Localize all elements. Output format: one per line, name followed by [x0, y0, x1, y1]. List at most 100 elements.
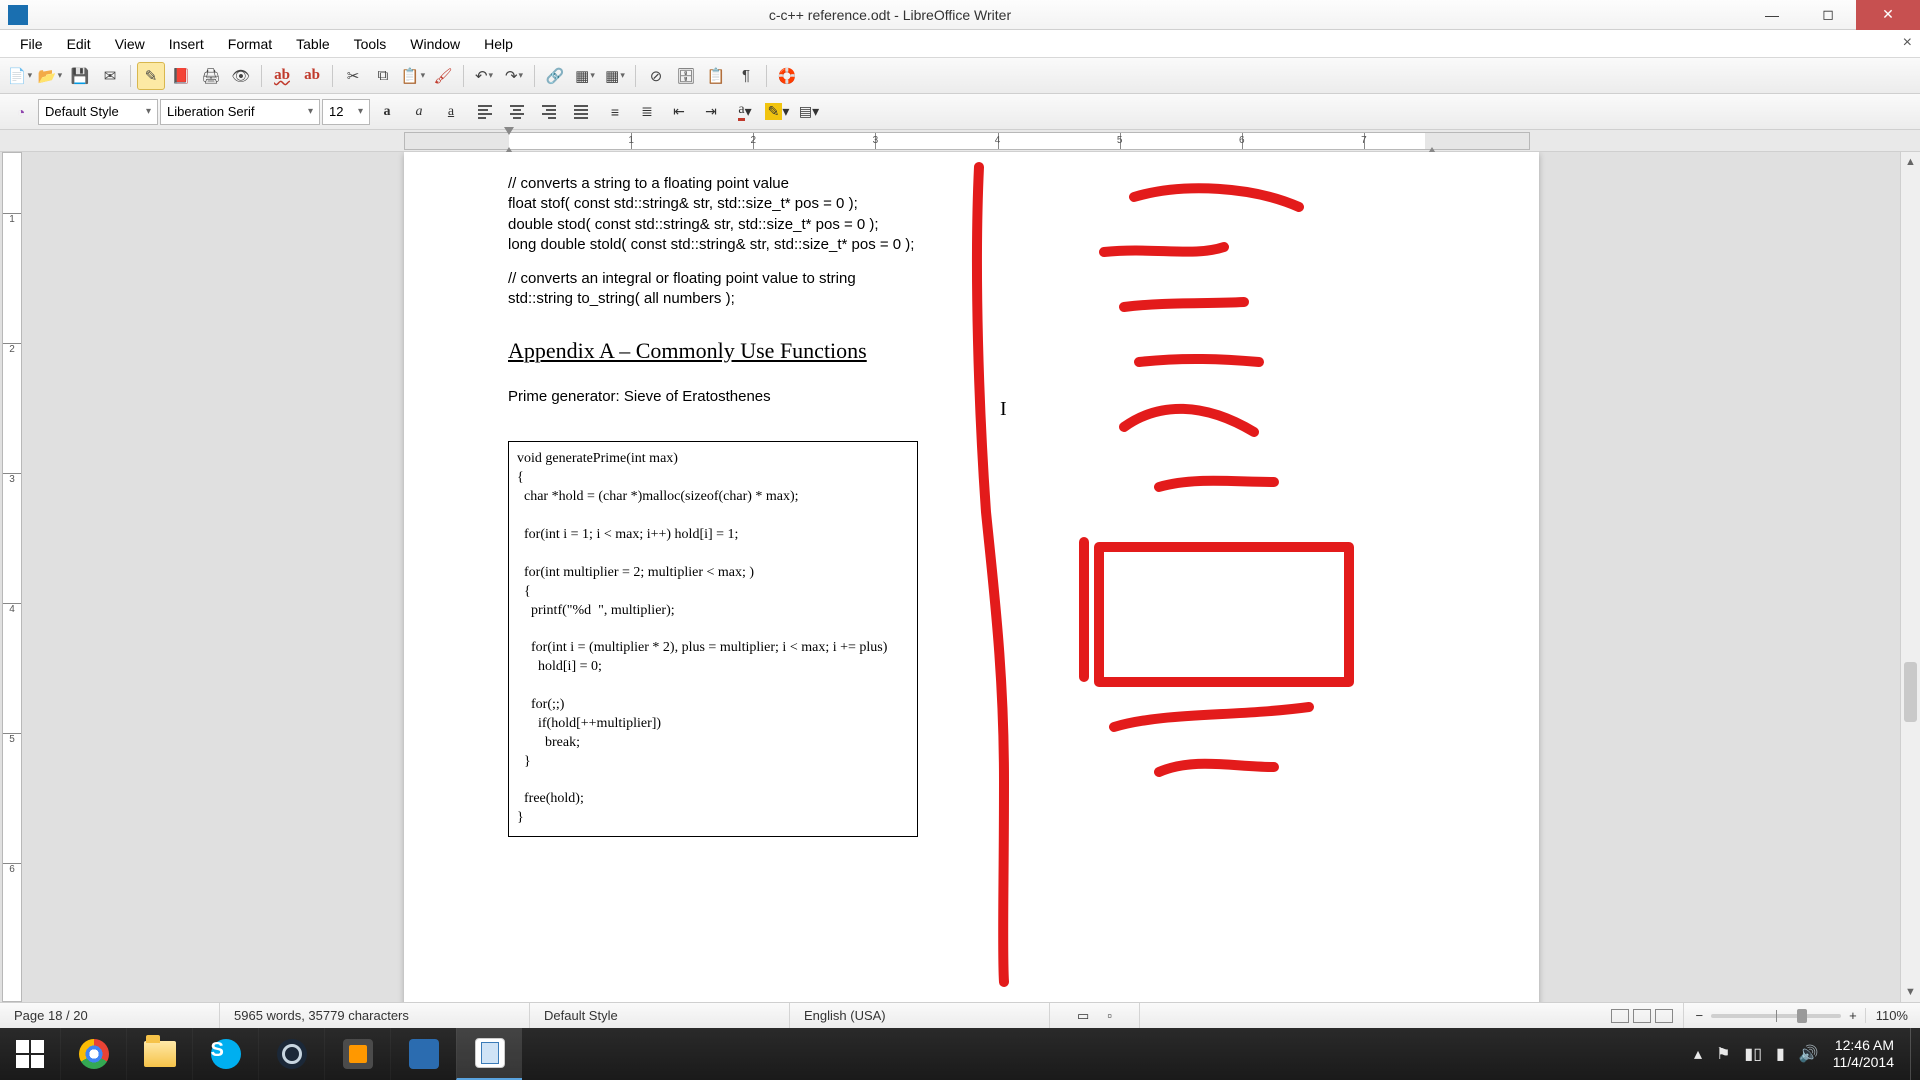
tray-network-icon[interactable]: ▮ — [1776, 1044, 1785, 1064]
menu-insert[interactable]: Insert — [157, 32, 216, 56]
app-icon — [8, 5, 28, 25]
help-button[interactable]: 🛟 — [773, 62, 801, 90]
table-button[interactable]: ▦▾ — [571, 62, 599, 90]
text-cursor: I — [1000, 398, 1007, 421]
nonprinting-chars-button[interactable]: ¶ — [732, 62, 760, 90]
ruler-row: 1234567 — [0, 130, 1920, 152]
spellcheck-button[interactable]: ab — [268, 62, 296, 90]
zoom-out-button[interactable]: − — [1696, 1008, 1704, 1023]
doc-line: double stod( const std::string& str, std… — [508, 215, 1435, 235]
tray-battery-icon[interactable]: ▮▯ — [1744, 1044, 1762, 1064]
save-button[interactable]: 💾 — [66, 62, 94, 90]
tray-show-hidden-icon[interactable]: ▴ — [1694, 1044, 1702, 1064]
taskbar-app-chrome[interactable] — [60, 1028, 126, 1080]
insert-table-button[interactable]: ▦▾ — [601, 62, 629, 90]
font-color-button[interactable]: a▾ — [730, 98, 760, 126]
document-workspace: 123456 // converts a string to a floatin… — [0, 152, 1920, 1002]
scroll-up-button[interactable]: ▲ — [1901, 152, 1920, 172]
taskbar-app-skype[interactable]: S — [192, 1028, 258, 1080]
zoom-slider[interactable] — [1711, 1014, 1841, 1018]
status-style[interactable]: Default Style — [530, 1003, 790, 1028]
email-button[interactable]: ✉ — [96, 62, 124, 90]
open-button[interactable]: 📂▾ — [36, 62, 64, 90]
align-center-button[interactable] — [502, 98, 532, 126]
zoom-value[interactable]: 110% — [1865, 1008, 1908, 1023]
status-page[interactable]: Page 18 / 20 — [0, 1003, 220, 1028]
paragraph-style-combo[interactable]: Default Style▾ — [38, 99, 158, 125]
tray-volume-icon[interactable]: 🔊 — [1799, 1044, 1819, 1064]
start-button[interactable] — [0, 1028, 60, 1080]
status-language[interactable]: English (USA) — [790, 1003, 1050, 1028]
undo-button[interactable]: ↶▾ — [470, 62, 498, 90]
print-button[interactable]: 🖨 — [197, 62, 225, 90]
doc-line: std::string to_string( all numbers ); — [508, 289, 1435, 309]
styles-button[interactable]: ◔ — [6, 98, 36, 126]
menu-table[interactable]: Table — [284, 32, 341, 56]
copy-button[interactable]: ⧉ — [369, 62, 397, 90]
format-paintbrush-button[interactable]: 🖌 — [429, 62, 457, 90]
menu-bar: File Edit View Insert Format Table Tools… — [0, 30, 1920, 58]
numbered-list-button[interactable]: ≡ — [600, 98, 630, 126]
menu-tools[interactable]: Tools — [342, 32, 399, 56]
navigator-button[interactable]: 📋 — [702, 62, 730, 90]
taskbar-app-libreoffice[interactable] — [456, 1028, 522, 1080]
taskbar-app-generic1[interactable] — [390, 1028, 456, 1080]
menu-format[interactable]: Format — [216, 32, 284, 56]
menu-help[interactable]: Help — [472, 32, 525, 56]
show-desktop-button[interactable] — [1910, 1028, 1920, 1080]
highlight-button[interactable]: ✎▾ — [762, 98, 792, 126]
window-close-button[interactable]: ✕ — [1856, 0, 1920, 30]
taskbar-clock[interactable]: 12:46 AM 11/4/2014 — [1833, 1037, 1900, 1071]
taskbar-app-explorer[interactable] — [126, 1028, 192, 1080]
tray-flag-icon[interactable]: ⚑ — [1716, 1044, 1730, 1064]
menu-window[interactable]: Window — [398, 32, 472, 56]
export-pdf-button[interactable]: 📕 — [167, 62, 195, 90]
taskbar-app-sublime[interactable] — [324, 1028, 390, 1080]
status-insert-mode[interactable]: ▭▫ — [1050, 1003, 1140, 1028]
align-justify-button[interactable] — [566, 98, 596, 126]
edit-mode-button[interactable]: ✎ — [137, 62, 165, 90]
window-minimize-button[interactable]: — — [1744, 0, 1800, 30]
status-bar: Page 18 / 20 5965 words, 35779 character… — [0, 1002, 1920, 1028]
horizontal-ruler[interactable]: 1234567 — [404, 132, 1530, 150]
vertical-scrollbar[interactable]: ▲ ▼ — [1900, 152, 1920, 1002]
decrease-indent-button[interactable]: ⇤ — [664, 98, 694, 126]
document-close-button[interactable]: × — [1903, 34, 1912, 52]
data-sources-button[interactable]: 🗄 — [672, 62, 700, 90]
view-layout-buttons[interactable] — [1601, 1003, 1684, 1028]
font-size-combo[interactable]: 12▾ — [322, 99, 370, 125]
align-right-button[interactable] — [534, 98, 564, 126]
scroll-thumb[interactable] — [1904, 662, 1917, 722]
bullet-list-button[interactable]: ≣ — [632, 98, 662, 126]
italic-button[interactable]: a — [404, 98, 434, 126]
window-maximize-button[interactable]: ◻ — [1800, 0, 1856, 30]
taskbar-app-steam[interactable] — [258, 1028, 324, 1080]
hyperlink-button[interactable]: 🔗 — [541, 62, 569, 90]
paragraph-bg-button[interactable]: ▤▾ — [794, 98, 824, 126]
align-left-button[interactable] — [470, 98, 500, 126]
doc-code-box: void generatePrime(int max) { char *hold… — [508, 441, 918, 837]
windows-taskbar: S ▴ ⚑ ▮▯ ▮ 🔊 12:46 AM 11/4/2014 — [0, 1028, 1920, 1080]
paste-button[interactable]: 📋▾ — [399, 62, 427, 90]
zoom-in-button[interactable]: + — [1849, 1008, 1857, 1023]
menu-file[interactable]: File — [8, 32, 55, 56]
auto-spellcheck-button[interactable]: ab — [298, 62, 326, 90]
print-preview-button[interactable]: 👁 — [227, 62, 255, 90]
increase-indent-button[interactable]: ⇥ — [696, 98, 726, 126]
status-wordcount[interactable]: 5965 words, 35779 characters — [220, 1003, 530, 1028]
system-tray: ▴ ⚑ ▮▯ ▮ 🔊 12:46 AM 11/4/2014 — [1684, 1037, 1910, 1071]
paragraph-style-value: Default Style — [45, 104, 119, 119]
document-page[interactable]: // converts a string to a floating point… — [404, 152, 1539, 1002]
font-name-value: Liberation Serif — [167, 104, 254, 119]
scroll-down-button[interactable]: ▼ — [1901, 982, 1920, 1002]
menu-edit[interactable]: Edit — [55, 32, 103, 56]
new-button[interactable]: 📄▾ — [6, 62, 34, 90]
underline-button[interactable]: a — [436, 98, 466, 126]
redo-button[interactable]: ↷▾ — [500, 62, 528, 90]
bold-button[interactable]: a — [372, 98, 402, 126]
cut-button[interactable]: ✂ — [339, 62, 367, 90]
menu-view[interactable]: View — [103, 32, 157, 56]
record-changes-button[interactable]: ⊘ — [642, 62, 670, 90]
font-name-combo[interactable]: Liberation Serif▾ — [160, 99, 320, 125]
vertical-ruler[interactable]: 123456 — [2, 152, 22, 1002]
